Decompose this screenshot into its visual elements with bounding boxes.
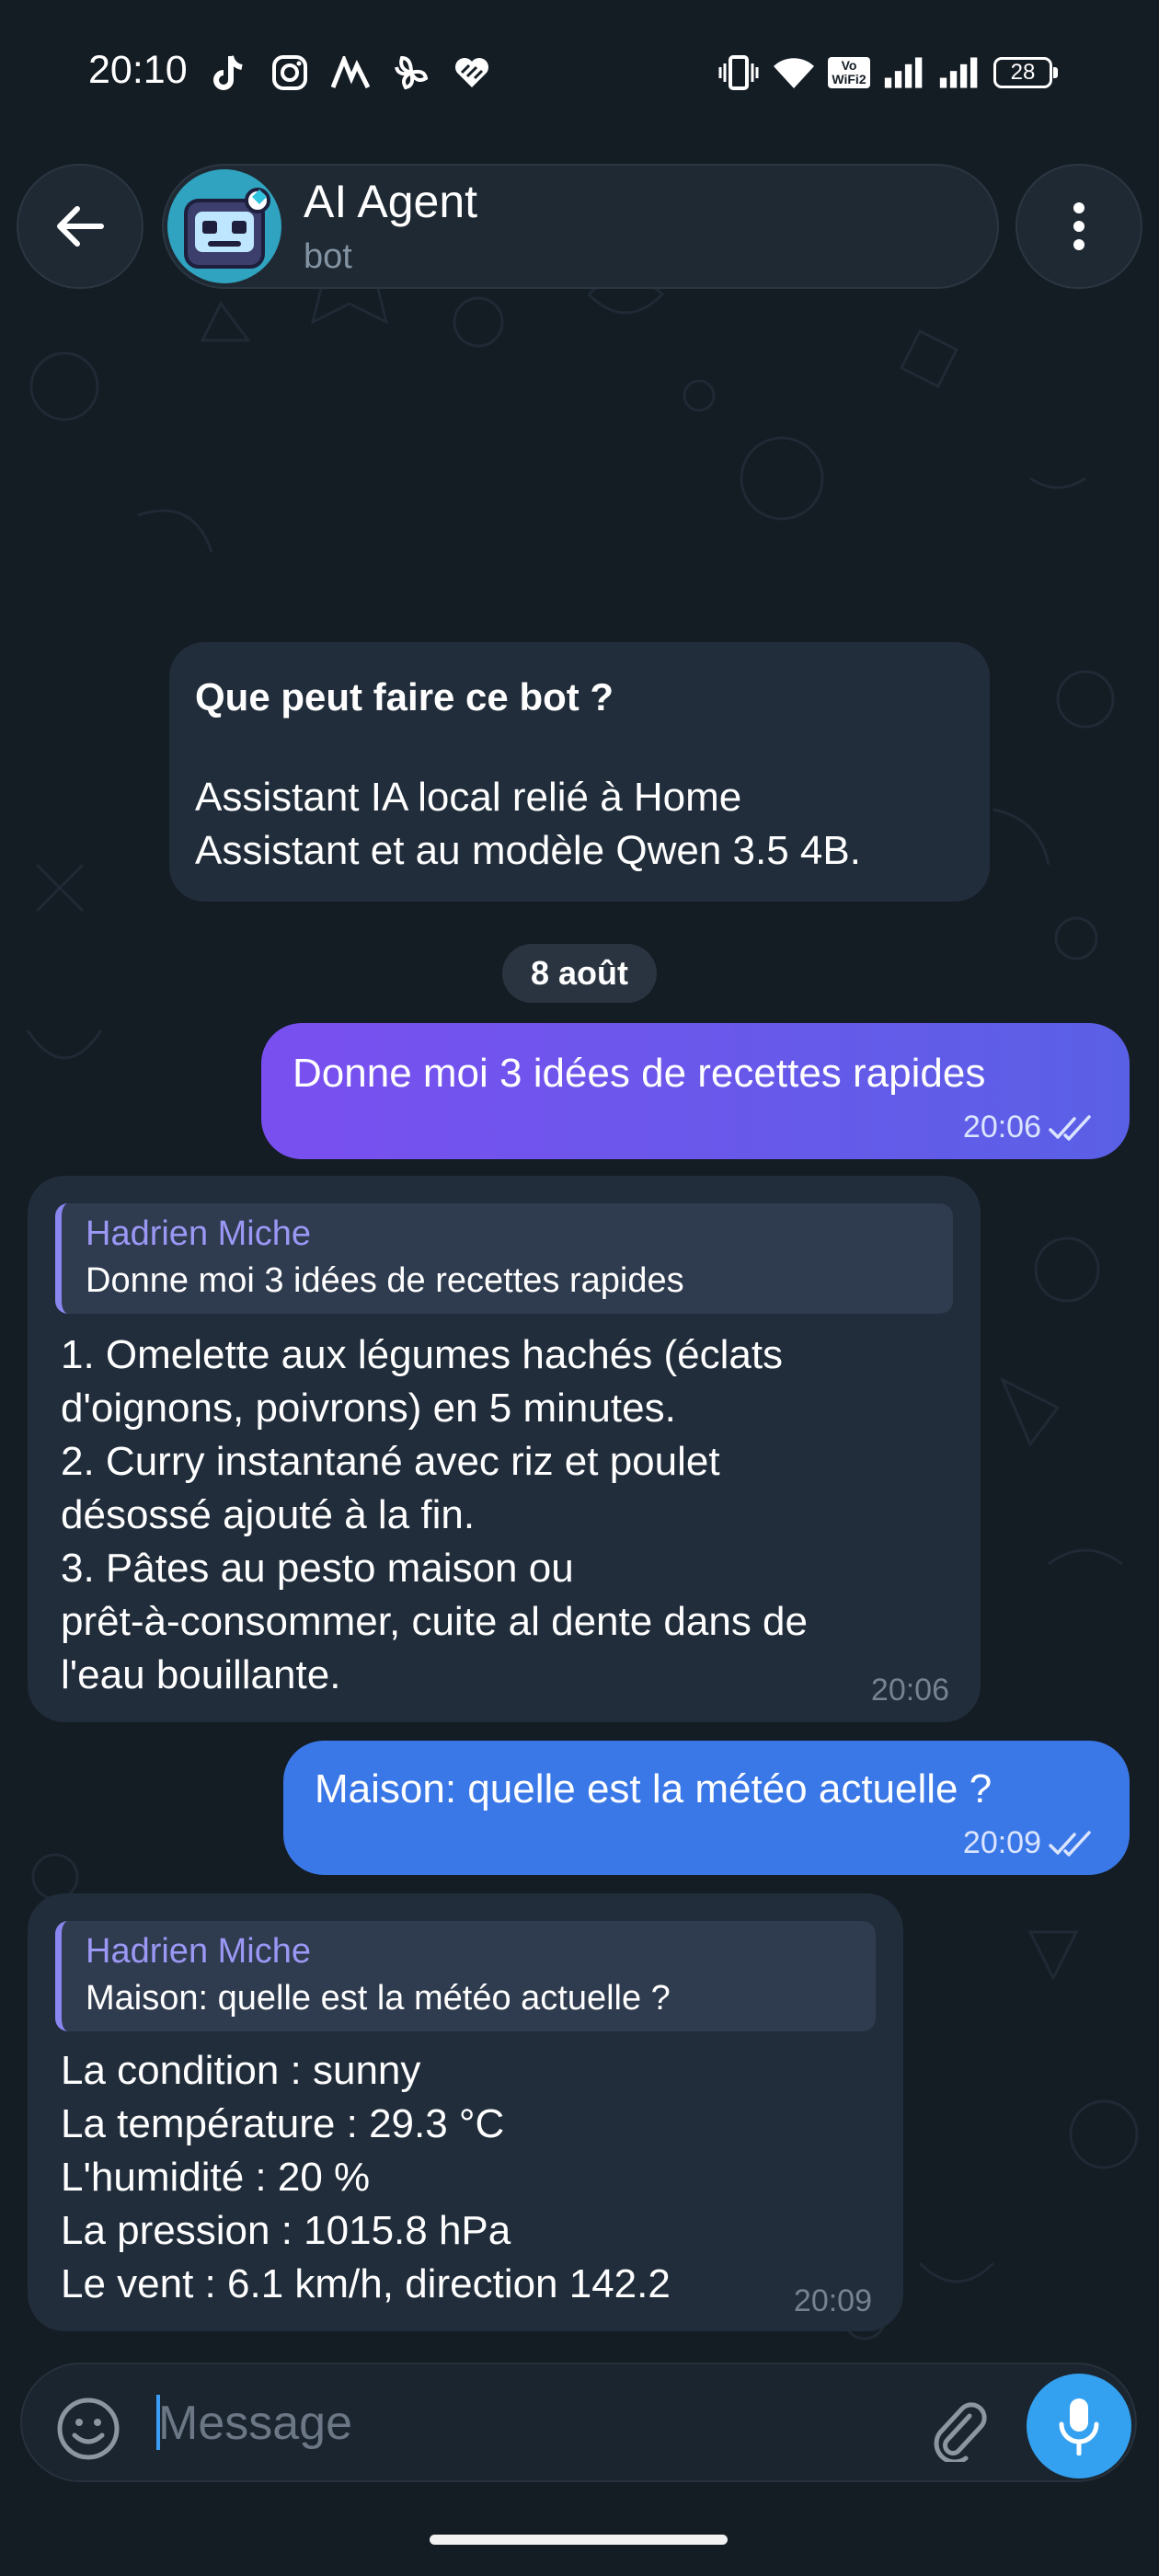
instagram-icon <box>269 52 311 94</box>
reply-text: Maison: quelle est la météo actuelle ? <box>86 1979 671 2018</box>
pinwheel-icon <box>390 52 432 94</box>
incoming-message[interactable]: Hadrien Miche Maison: quelle est la mété… <box>28 1893 903 2331</box>
voice-record-button[interactable] <box>1027 2374 1131 2478</box>
date-separator: 8 août <box>502 944 657 1003</box>
message-time: 20:09 <box>793 2283 872 2318</box>
reply-text: Donne moi 3 idées de recettes rapides <box>86 1261 684 1300</box>
volte-label: Vo WiFi2 <box>828 57 870 88</box>
volte-wifi-icon: Vo WiFi2 <box>828 52 870 94</box>
message-text: Maison: quelle est la météo actuelle ? <box>315 1766 993 1811</box>
microphone-icon <box>1059 2398 1099 2455</box>
wifi-icon <box>773 52 815 94</box>
message-time: 20:06 <box>870 1673 949 1708</box>
tiktok-icon <box>208 52 250 94</box>
bot-intro-body: Assistant IA local relié à Home Assistan… <box>195 775 861 873</box>
more-menu-button[interactable] <box>1016 164 1142 289</box>
more-vertical-icon <box>1073 202 1084 250</box>
vibrate-icon <box>717 52 760 94</box>
emoji-button[interactable] <box>52 2392 125 2466</box>
reply-quote[interactable]: Hadrien Miche Donne moi 3 idées de recet… <box>55 1203 953 1314</box>
double-check-icon <box>1049 1114 1091 1141</box>
status-system-icons: Vo WiFi2 28 <box>717 52 1058 94</box>
arrow-left-icon <box>57 206 104 247</box>
message-text: Donne moi 3 idées de recettes rapides <box>293 1051 986 1096</box>
home-indicator[interactable] <box>430 2535 728 2545</box>
chat-title: AI Agent <box>304 176 478 227</box>
signal-icon <box>938 52 981 94</box>
app-icon <box>329 52 372 94</box>
chat-header[interactable] <box>162 164 999 289</box>
outgoing-message[interactable]: Donne moi 3 idées de recettes rapides 20… <box>261 1023 1130 1159</box>
outgoing-message[interactable]: Maison: quelle est la météo actuelle ? 2… <box>283 1741 1130 1875</box>
message-time: 20:09 <box>962 1825 1041 1860</box>
incoming-message[interactable]: Hadrien Miche Donne moi 3 idées de recet… <box>28 1176 981 1722</box>
bot-intro-card: Que peut faire ce bot ? Assistant IA loc… <box>169 642 990 902</box>
message-meta: 20:06 <box>963 1110 1095 1145</box>
battery-indicator: 28 <box>993 57 1058 88</box>
message-meta: 20:09 <box>963 1825 1095 1861</box>
attach-button[interactable] <box>920 2390 997 2467</box>
bot-intro-heading: Que peut faire ce bot ? <box>195 675 614 719</box>
reply-author: Hadrien Miche <box>86 1932 311 1971</box>
smiley-icon <box>57 2398 120 2460</box>
reply-author: Hadrien Miche <box>86 1214 311 1253</box>
status-app-icons <box>208 52 493 94</box>
message-text: La condition : sunny La température : 29… <box>61 2048 671 2306</box>
robot-avatar[interactable] <box>167 169 281 283</box>
signal-icon <box>883 52 925 94</box>
double-check-icon <box>1049 1830 1091 1857</box>
message-text: 1. Omelette aux légumes hachés (éclats d… <box>61 1332 809 1697</box>
paperclip-icon <box>934 2402 987 2462</box>
status-time: 20:10 <box>88 48 188 92</box>
chat-subtitle: bot <box>304 237 352 276</box>
reply-quote[interactable]: Hadrien Miche Maison: quelle est la mété… <box>55 1921 876 2031</box>
message-time: 20:06 <box>962 1110 1041 1144</box>
message-input[interactable]: Message <box>158 2396 352 2451</box>
heart-app-icon <box>451 52 493 94</box>
back-button[interactable] <box>17 164 143 289</box>
